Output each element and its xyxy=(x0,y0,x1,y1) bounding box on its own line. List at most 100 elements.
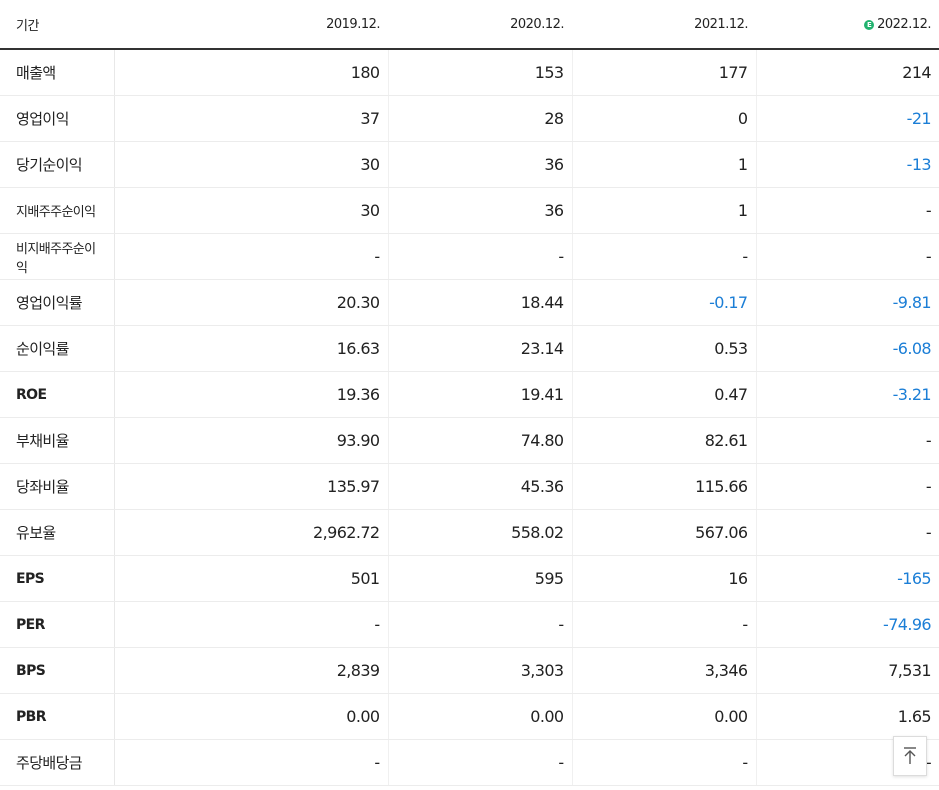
table-cell: 0.00 xyxy=(388,693,573,740)
table-cell: 19.41 xyxy=(388,371,573,418)
table-row: 유보율 2,962.72 558.02 567.06- xyxy=(0,509,939,556)
year-header: 2019.12. xyxy=(114,0,388,50)
table-cell: - xyxy=(114,233,389,280)
arrow-up-to-top-icon xyxy=(904,747,916,764)
table-cell: 3,303 xyxy=(388,647,573,694)
table-cell: 82.61 xyxy=(572,417,757,464)
table-cell: 23.14 xyxy=(388,325,573,372)
table-cell: 2,839 xyxy=(114,647,389,694)
table-row: 매출액 180 153 177 214 xyxy=(0,49,939,96)
table-cell: 7,531 xyxy=(756,647,939,694)
table-cell: 153 xyxy=(388,49,573,96)
table-cell: -0.17 xyxy=(572,279,757,326)
table-cell: - xyxy=(756,187,939,234)
table-row: BPS 2,839 3,303 3,346 7,531 xyxy=(0,647,939,694)
table-cell: 115.66 xyxy=(572,463,757,510)
row-label: EPS xyxy=(0,555,115,602)
table-cell: -74.96 xyxy=(756,601,939,648)
estimate-badge-icon: E xyxy=(864,19,875,30)
table-cell: - xyxy=(388,233,573,280)
table-cell: 2,962.72 xyxy=(114,509,389,556)
table-row: 당좌비율 135.97 45.36 115.66- xyxy=(0,463,939,510)
table-cell: 180 xyxy=(114,49,389,96)
year-header-estimate: E 2022.12. xyxy=(756,0,939,50)
row-label: 매출액 xyxy=(0,49,115,96)
table-row: 부채비율 93.90 74.80 82.61- xyxy=(0,417,939,464)
table-cell: -21 xyxy=(756,95,939,142)
table-cell: -9.81 xyxy=(756,279,939,326)
table-cell: 30 xyxy=(114,141,389,188)
table-cell: 501 xyxy=(114,555,389,602)
table-row: ROE 19.36 19.41 0.47 -3.21 xyxy=(0,371,939,418)
table-cell: 30 xyxy=(114,187,389,234)
scroll-to-top-button[interactable] xyxy=(893,736,927,776)
table-cell: 1 xyxy=(572,141,757,188)
year-header: 2020.12. xyxy=(388,0,572,50)
table-cell: - xyxy=(756,509,939,556)
table-cell: 214 xyxy=(756,49,939,96)
table-row: 비지배주주순이익 - - - - xyxy=(0,233,939,280)
header-row: 기간 2019.12. 2020.12. 2021.12. E 2022.12. xyxy=(0,0,939,50)
table-row: PER - - - -74.96 xyxy=(0,601,939,648)
table-cell: -6.08 xyxy=(756,325,939,372)
table-cell: 0 xyxy=(572,95,757,142)
table-cell: - xyxy=(572,601,757,648)
table-cell: -13 xyxy=(756,141,939,188)
table-cell: 567.06 xyxy=(572,509,757,556)
table-row: 순이익률 16.63 23.14 0.53 -6.08 xyxy=(0,325,939,372)
row-label: 당좌비율 xyxy=(0,463,115,510)
table-cell: 36 xyxy=(388,187,573,234)
table-cell: -3.21 xyxy=(756,371,939,418)
financial-summary-widget: 기간 2019.12. 2020.12. 2021.12. E 2022.12. … xyxy=(0,0,939,790)
row-label: BPS xyxy=(0,647,115,694)
table-row: 주당배당금 - - - - xyxy=(0,739,939,786)
row-label: 유보율 xyxy=(0,509,115,556)
row-label: 순이익률 xyxy=(0,325,115,372)
table-cell: - xyxy=(756,417,939,464)
row-label: 당기순이익 xyxy=(0,141,115,188)
table-cell: 0.47 xyxy=(572,371,757,418)
table-cell: - xyxy=(114,601,389,648)
table-cell: 16.63 xyxy=(114,325,389,372)
table-row: PBR 0.00 0.00 0.00 1.65 xyxy=(0,693,939,740)
row-label: 지배주주순이익 xyxy=(0,187,115,234)
row-label: PBR xyxy=(0,693,115,740)
table-cell: 135.97 xyxy=(114,463,389,510)
table-cell: - xyxy=(572,739,757,786)
table-cell: 595 xyxy=(388,555,573,602)
table-cell: 0.00 xyxy=(572,693,757,740)
table-row: 지배주주순이익 30 36 1- xyxy=(0,187,939,234)
table-row: EPS 501 595 16 -165 xyxy=(0,555,939,602)
year-header-label: 2022.12. xyxy=(877,16,931,32)
period-header: 기간 xyxy=(0,0,114,50)
row-label: 영업이익률 xyxy=(0,279,115,326)
table-cell: 74.80 xyxy=(388,417,573,464)
row-label: 주당배당금 xyxy=(0,739,115,786)
row-label: ROE xyxy=(0,371,115,418)
table-cell: 37 xyxy=(114,95,389,142)
table-cell: - xyxy=(388,601,573,648)
row-label: PER xyxy=(0,601,115,648)
table-cell: - xyxy=(572,233,757,280)
table-cell: 18.44 xyxy=(388,279,573,326)
table-cell: - xyxy=(756,463,939,510)
table-cell: -165 xyxy=(756,555,939,602)
table-row: 영업이익 37 28 0 -21 xyxy=(0,95,939,142)
table-cell: 36 xyxy=(388,141,573,188)
table-cell: 558.02 xyxy=(388,509,573,556)
table-cell: 3,346 xyxy=(572,647,757,694)
year-header: 2021.12. xyxy=(572,0,756,50)
table-cell: 1.65 xyxy=(756,693,939,740)
table-cell: - xyxy=(388,739,573,786)
table-cell: - xyxy=(756,233,939,280)
financial-table: 기간 2019.12. 2020.12. 2021.12. E 2022.12. … xyxy=(0,0,939,786)
table-cell: 16 xyxy=(572,555,757,602)
table-cell: 45.36 xyxy=(388,463,573,510)
table-cell: 28 xyxy=(388,95,573,142)
table-cell: - xyxy=(114,739,389,786)
row-label: 영업이익 xyxy=(0,95,115,142)
table-cell: 20.30 xyxy=(114,279,389,326)
table-cell: 93.90 xyxy=(114,417,389,464)
table-row: 당기순이익 30 36 1 -13 xyxy=(0,141,939,188)
table-cell: 19.36 xyxy=(114,371,389,418)
